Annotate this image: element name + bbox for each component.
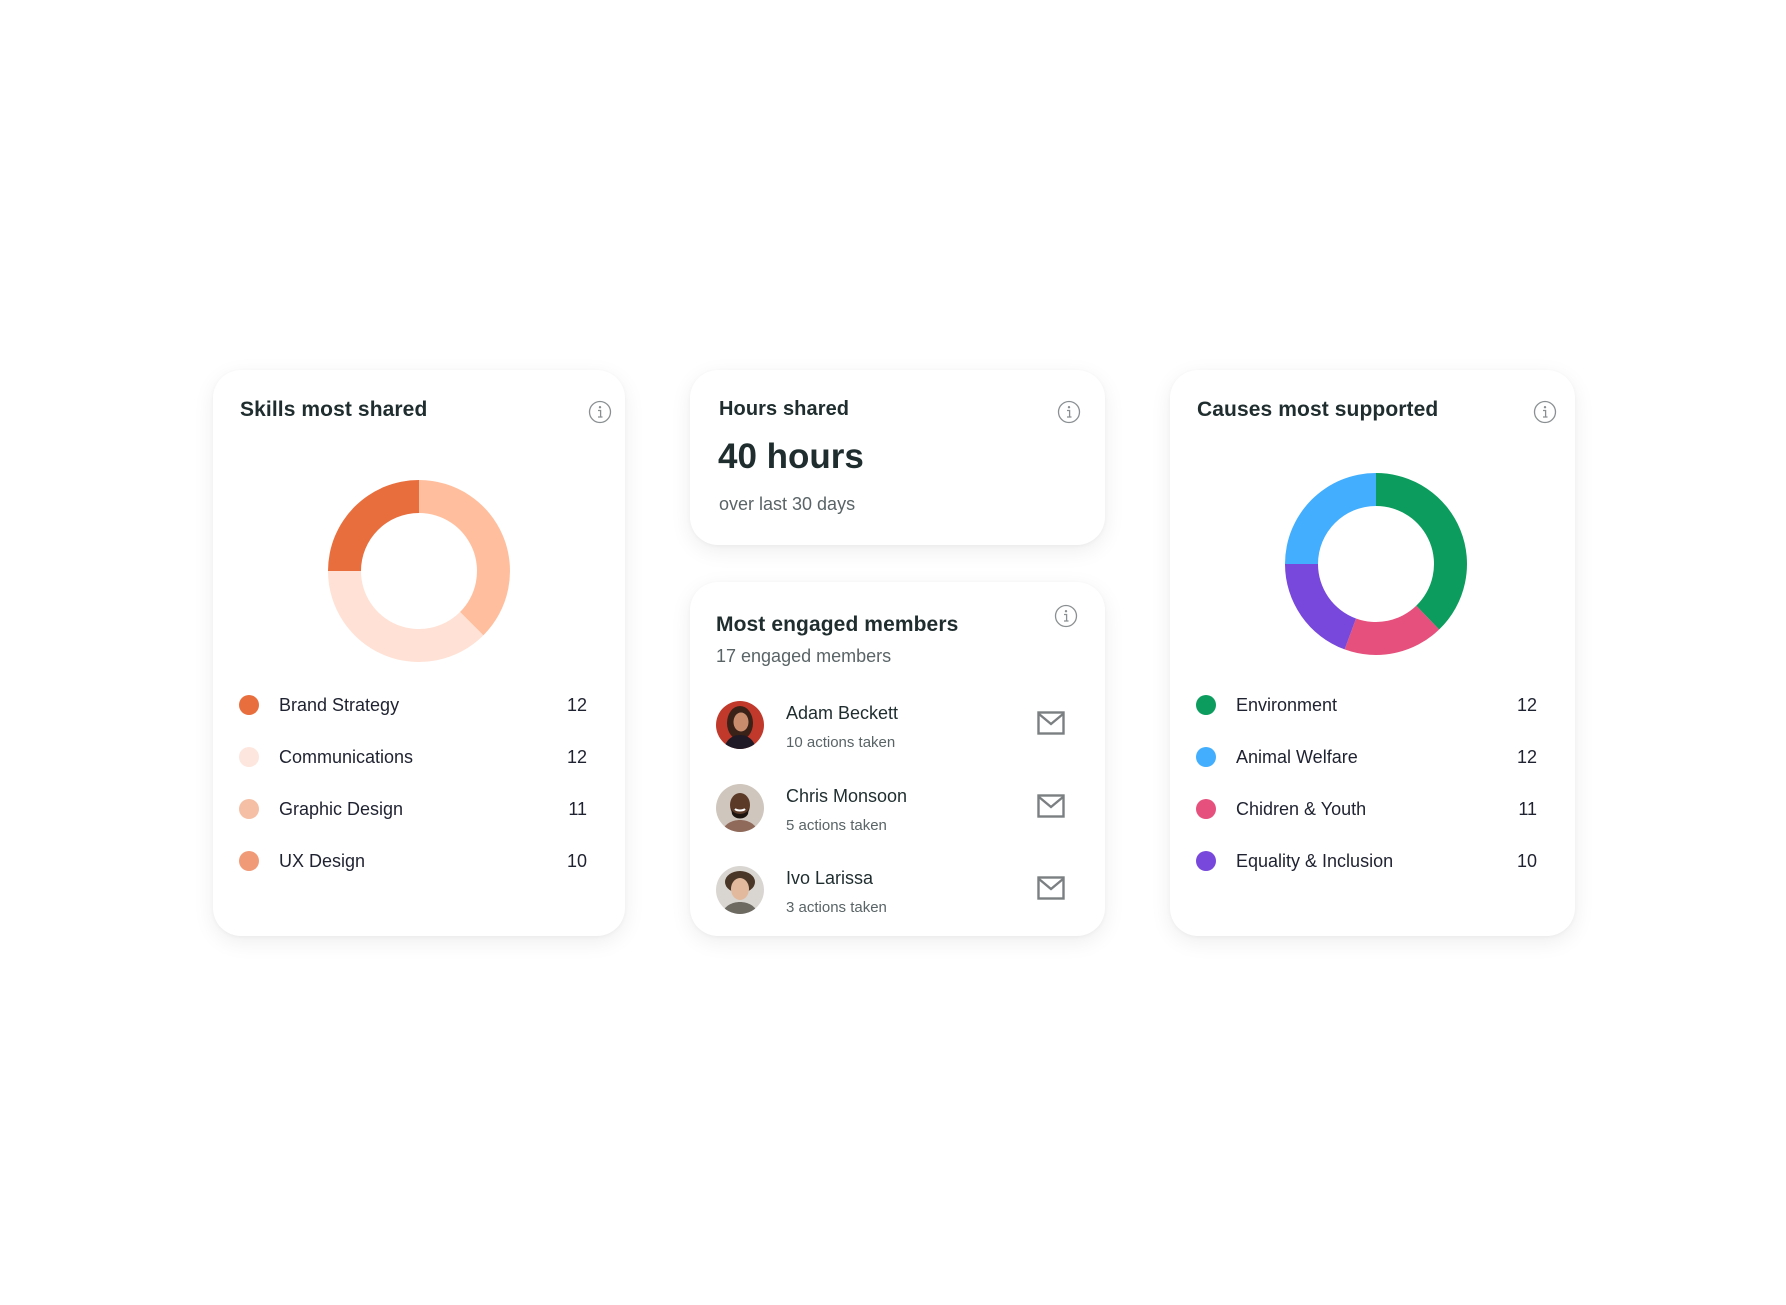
donut-segment-environment[interactable] bbox=[1376, 473, 1467, 630]
card-title: Most engaged members bbox=[716, 613, 959, 636]
legend-swatch bbox=[239, 851, 259, 871]
donut-segment-segment-light[interactable] bbox=[419, 480, 510, 636]
donut-segment-equality-inclusion[interactable] bbox=[1285, 564, 1357, 650]
legend-item: Equality & Inclusion 10 bbox=[1196, 835, 1537, 887]
legend-item: Environment 12 bbox=[1196, 679, 1537, 731]
legend-value: 11 bbox=[1518, 798, 1537, 819]
legend-value: 11 bbox=[568, 798, 587, 819]
legend-item: Communications 12 bbox=[239, 731, 587, 783]
legend-swatch bbox=[1196, 799, 1216, 819]
legend-swatch bbox=[1196, 695, 1216, 715]
hours-shared-card: Hours shared 40 hours over last 30 days bbox=[690, 370, 1105, 545]
legend-value: 12 bbox=[1516, 746, 1537, 767]
most-engaged-members-card: Most engaged members 17 engaged members … bbox=[690, 582, 1105, 936]
legend-label: Chidren & Youth bbox=[1236, 798, 1367, 819]
legend-swatch bbox=[1196, 851, 1216, 871]
mail-icon[interactable] bbox=[1037, 876, 1065, 900]
legend-label: Graphic Design bbox=[279, 798, 404, 819]
causes-legend: Environment 12 Animal Welfare 12 Chidren… bbox=[1196, 679, 1537, 887]
legend-label: Communications bbox=[279, 746, 414, 767]
legend-value: 10 bbox=[566, 850, 587, 871]
member-name[interactable]: Chris Monsoon bbox=[786, 786, 907, 807]
legend-value: 10 bbox=[1516, 850, 1537, 871]
avatar bbox=[716, 866, 764, 914]
legend-swatch bbox=[239, 695, 259, 715]
info-icon[interactable] bbox=[588, 400, 612, 424]
legend-swatch bbox=[1196, 747, 1216, 767]
mail-icon[interactable] bbox=[1037, 711, 1065, 735]
info-icon[interactable] bbox=[1533, 400, 1557, 424]
legend-item: Chidren & Youth 11 bbox=[1196, 783, 1537, 835]
info-icon[interactable] bbox=[1057, 400, 1081, 424]
skills-donut-chart bbox=[328, 480, 510, 662]
causes-most-supported-card: Causes most supported Environment 12 Ani… bbox=[1170, 370, 1575, 936]
engaged-members-count: 17 engaged members bbox=[716, 646, 892, 666]
card-title: Causes most supported bbox=[1197, 398, 1439, 421]
legend-swatch bbox=[239, 799, 259, 819]
avatar bbox=[716, 784, 764, 832]
legend-item: Graphic Design 11 bbox=[239, 783, 587, 835]
legend-label: Brand Strategy bbox=[279, 694, 400, 715]
member-actions: 5 actions taken bbox=[786, 817, 887, 834]
legend-label: UX Design bbox=[279, 850, 366, 871]
skills-most-shared-card: Skills most shared Brand Strategy 12 Com… bbox=[213, 370, 625, 936]
member-name[interactable]: Adam Beckett bbox=[786, 703, 898, 724]
info-icon[interactable] bbox=[1054, 604, 1078, 628]
member-row: Chris Monsoon 5 actions taken bbox=[716, 784, 1065, 840]
mail-icon[interactable] bbox=[1037, 794, 1065, 818]
donut-segment-animal-welfare[interactable] bbox=[1285, 473, 1376, 564]
legend-swatch bbox=[239, 747, 259, 767]
card-title: Skills most shared bbox=[240, 398, 428, 421]
legend-item: Animal Welfare 12 bbox=[1196, 731, 1537, 783]
skills-legend: Brand Strategy 12 Communications 12 Grap… bbox=[239, 679, 587, 887]
legend-label: Equality & Inclusion bbox=[1236, 850, 1394, 871]
hours-period: over last 30 days bbox=[719, 494, 856, 514]
member-actions: 3 actions taken bbox=[786, 899, 887, 916]
member-name[interactable]: Ivo Larissa bbox=[786, 868, 873, 889]
legend-item: Brand Strategy 12 bbox=[239, 679, 587, 731]
legend-label: Animal Welfare bbox=[1236, 746, 1358, 767]
causes-donut-chart bbox=[1285, 473, 1467, 655]
legend-value: 12 bbox=[1516, 694, 1537, 715]
donut-segment-segment-dark[interactable] bbox=[328, 480, 419, 571]
legend-item: UX Design 10 bbox=[239, 835, 587, 887]
card-title: Hours shared bbox=[719, 398, 850, 420]
member-actions: 10 actions taken bbox=[786, 734, 896, 751]
member-row: Ivo Larissa 3 actions taken bbox=[716, 866, 1065, 922]
member-row: Adam Beckett 10 actions taken bbox=[716, 701, 1065, 757]
legend-label: Environment bbox=[1236, 694, 1338, 715]
avatar bbox=[716, 701, 764, 749]
hours-value: 40 hours bbox=[718, 437, 864, 476]
donut-segment-segment-pale[interactable] bbox=[328, 571, 484, 662]
legend-value: 12 bbox=[566, 694, 587, 715]
legend-value: 12 bbox=[566, 746, 587, 767]
